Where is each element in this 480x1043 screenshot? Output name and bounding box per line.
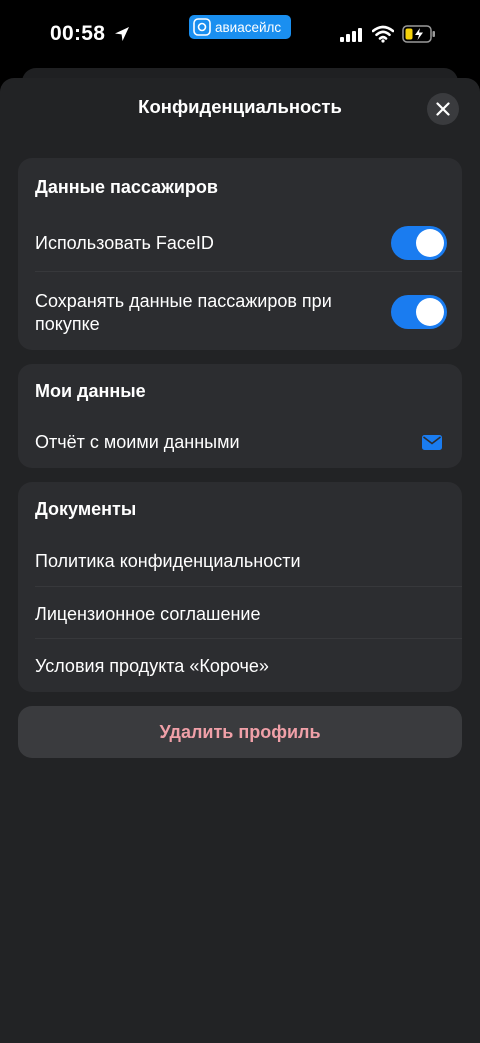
app-return-label: авиасейлс [215, 19, 282, 35]
my-data-section: Мои данные Отчёт с моими данными [18, 364, 462, 468]
app-return-pill[interactable]: авиасейлс [189, 15, 291, 39]
delete-profile-label: Удалить профиль [159, 721, 321, 742]
section-title-documents: Документы [35, 499, 137, 519]
row-label: Отчёт с моими данными [35, 432, 240, 452]
toggle-knob [416, 229, 444, 257]
row-product-terms[interactable]: Условия продукта «Короче» [35, 655, 445, 678]
divider [35, 271, 462, 272]
row-label: Использовать FaceID [35, 233, 214, 253]
section-title-passenger-data: Данные пассажиров [35, 177, 218, 197]
row-label: Политика конфиденциальности [35, 551, 301, 571]
status-time: 00:58 [50, 22, 106, 45]
row-use-faceid[interactable]: Использовать FaceID [35, 232, 445, 255]
close-icon [436, 102, 450, 116]
passenger-data-section: Данные пассажиров Использовать FaceID Со… [18, 158, 462, 350]
cellular-signal-icon [340, 28, 362, 42]
delete-profile-button[interactable]: Удалить профиль [18, 706, 462, 758]
row-privacy-policy[interactable]: Политика конфиденциальности [35, 550, 445, 573]
wifi-icon [372, 25, 394, 43]
close-button[interactable] [427, 93, 459, 125]
documents-section: Документы Политика конфиденциальности Ли… [18, 482, 462, 692]
faceid-toggle[interactable] [391, 226, 447, 260]
row-label: Лицензионное соглашение [35, 604, 261, 624]
toggle-knob [416, 298, 444, 326]
row-label: Условия продукта «Короче» [35, 656, 269, 676]
status-bar: 00:58 авиасейлс [0, 0, 480, 70]
section-title-my-data: Мои данные [35, 381, 146, 401]
save-passenger-data-toggle[interactable] [391, 295, 447, 329]
divider [35, 638, 462, 639]
row-label: Сохранять данные пассажиров при покупке [35, 291, 332, 334]
mail-icon[interactable] [422, 435, 442, 450]
row-license-agreement[interactable]: Лицензионное соглашение [35, 603, 445, 626]
row-save-passenger-data[interactable]: Сохранять данные пассажиров при покупке [35, 290, 355, 336]
aviasales-logo-icon [193, 18, 211, 36]
battery-charging-icon [402, 25, 435, 43]
divider [35, 586, 462, 587]
location-arrow-icon [115, 27, 129, 41]
row-data-report[interactable]: Отчёт с моими данными [35, 431, 445, 454]
privacy-sheet: Конфиденциальность Данные пассажиров Исп… [0, 78, 480, 1043]
sheet-title: Конфиденциальность [138, 96, 342, 117]
